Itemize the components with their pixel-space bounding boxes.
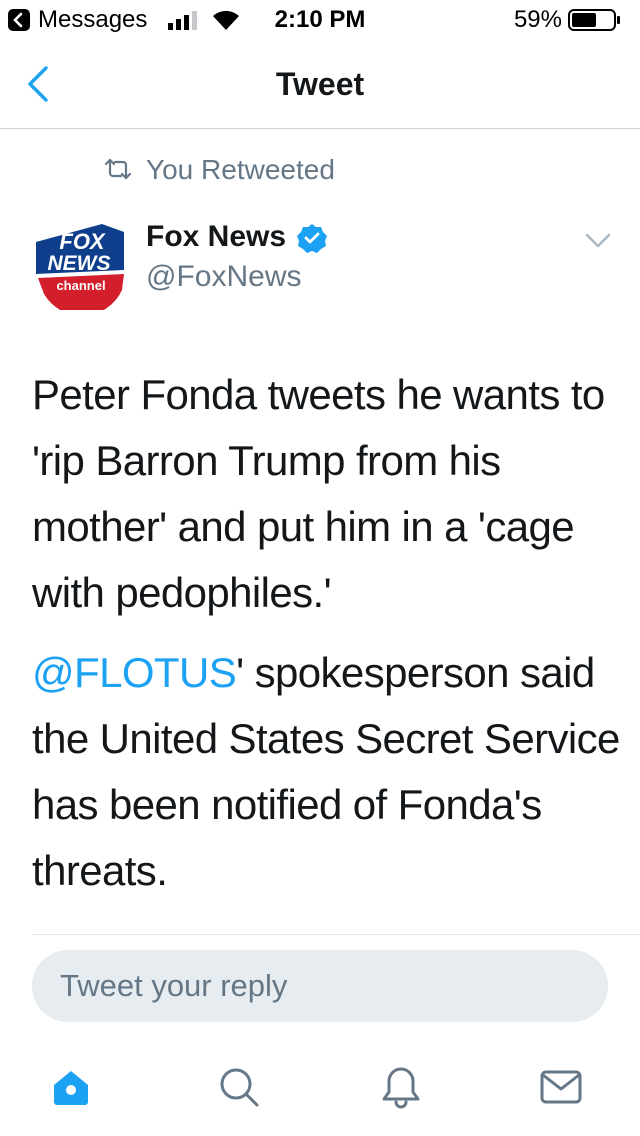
avatar-text-fox: FOX bbox=[59, 229, 106, 254]
tweet-paragraph: Peter Fonda tweets he wants to 'rip Barr… bbox=[32, 371, 605, 616]
tweet-paragraph: @FLOTUS' spokesperson said the United St… bbox=[32, 640, 622, 904]
avatar-text-channel: channel bbox=[56, 278, 105, 293]
avatar[interactable]: FOX NEWS channel bbox=[32, 212, 130, 316]
divider bbox=[32, 934, 640, 935]
avatar-text-news: NEWS bbox=[48, 252, 111, 275]
status-bar: Messages 2:10 PM 59% bbox=[0, 0, 640, 40]
battery-percent: 59% bbox=[513, 6, 562, 33]
verified-badge-icon bbox=[296, 222, 328, 254]
author-name[interactable]: Fox News bbox=[146, 220, 286, 254]
tweet-text: Peter Fonda tweets he wants to 'rip Barr… bbox=[32, 362, 622, 918]
chevron-down-icon[interactable] bbox=[584, 232, 612, 250]
author-handle[interactable]: @FoxNews bbox=[146, 260, 301, 294]
battery-icon bbox=[568, 9, 622, 31]
retweet-label: You Retweeted bbox=[146, 154, 335, 185]
home-icon[interactable] bbox=[48, 1064, 94, 1110]
mention-link[interactable]: @FLOTUS bbox=[32, 649, 237, 696]
search-icon[interactable] bbox=[216, 1064, 262, 1110]
reply-placeholder: Tweet your reply bbox=[60, 968, 288, 1003]
retweet-icon bbox=[104, 158, 132, 180]
mail-icon[interactable] bbox=[538, 1064, 584, 1110]
page-title: Tweet bbox=[275, 66, 365, 102]
bell-icon[interactable] bbox=[378, 1064, 424, 1110]
reply-input[interactable]: Tweet your reply bbox=[32, 950, 608, 1022]
navigation-bar: Tweet bbox=[0, 40, 640, 129]
